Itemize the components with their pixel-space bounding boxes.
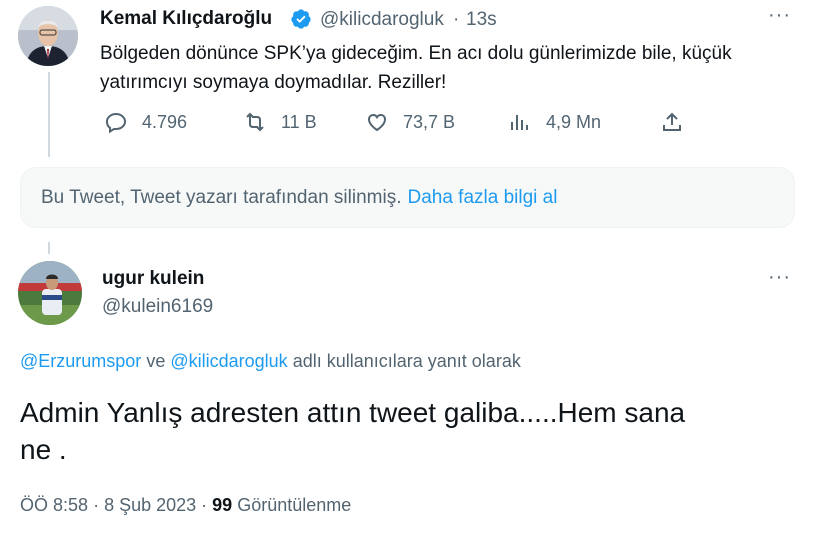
replying-to-user-1[interactable]: @Erzurumspor — [20, 351, 141, 371]
more-options-icon[interactable]: ··· — [768, 266, 791, 289]
views-count: 4,9 Mn — [546, 111, 602, 132]
reply-author-name[interactable]: ugur kulein — [102, 268, 204, 290]
replying-to-and: ve — [146, 351, 166, 371]
verified-badge-icon — [290, 8, 312, 30]
learn-more-link[interactable]: Daha fazla bilgi al — [407, 187, 557, 209]
reply-views-count: 99 — [212, 495, 233, 515]
like-count: 73,7 B — [403, 111, 456, 132]
views-button[interactable]: 4,9 Mn — [508, 110, 601, 134]
reply-author-avatar[interactable] — [18, 261, 82, 325]
original-handle[interactable]: @kilicdarogluk — [320, 9, 444, 31]
reply-date[interactable]: 8 Şub 2023 — [104, 495, 196, 515]
share-button[interactable] — [660, 110, 684, 134]
retweet-button[interactable]: 11 B — [243, 110, 317, 134]
reply-handle[interactable]: @kulein6169 — [102, 296, 213, 318]
reply-time[interactable]: ÖÖ 8:58 — [20, 495, 88, 515]
reply-tweet-line-1: Admin Yanlış adresten attın tweet galiba… — [20, 397, 686, 428]
original-author-name[interactable]: Kemal Kılıçdaroğlu — [100, 8, 272, 30]
reply-views-label: Görüntülenme — [237, 495, 352, 515]
more-options-icon[interactable]: ··· — [768, 4, 791, 27]
meta-separator: · — [93, 495, 105, 515]
reply-meta: ÖÖ 8:58 · 8 Şub 2023 · 99 Görüntülenme — [20, 495, 351, 516]
original-time[interactable]: 13s — [466, 9, 497, 31]
thread-line-top — [48, 72, 50, 157]
replying-to-suffix: adlı kullanıcılara yanıt olarak — [292, 351, 521, 371]
views-icon — [511, 115, 528, 130]
reply-icon — [105, 112, 127, 134]
avatar-photo — [18, 261, 82, 325]
meta-separator: · — [201, 495, 213, 515]
share-icon — [663, 112, 681, 131]
reply-tweet-text: Admin Yanlış adresten attın tweet galiba… — [20, 394, 685, 468]
retweet-icon — [246, 112, 264, 132]
original-author-avatar[interactable] — [18, 6, 78, 66]
thread-line-middle — [48, 242, 50, 254]
original-tweet-text: Bölgeden dönünce SPK’ya gideceğim. En ac… — [100, 39, 732, 97]
replying-to-user-2[interactable]: @kilicdarogluk — [170, 351, 287, 371]
like-button[interactable]: 73,7 B — [365, 110, 455, 134]
retweet-count: 11 B — [281, 111, 317, 132]
handle-time-separator: · — [453, 9, 460, 30]
original-tweet-line-1: Bölgeden dönünce SPK’ya gideceğim. En ac… — [100, 43, 732, 64]
reply-button[interactable]: 4.796 — [104, 110, 187, 134]
avatar-photo — [18, 6, 78, 66]
reply-count: 4.796 — [142, 111, 188, 132]
replying-to: @Erzurumspor ve @kilicdarogluk adlı kull… — [20, 351, 521, 372]
original-tweet-line-2: yatırımcıyı soymaya doymadılar. Reziller… — [100, 72, 447, 93]
deleted-tweet-notice: Bu Tweet, Tweet yazarı tarafından silinm… — [20, 167, 795, 228]
deleted-tweet-text: Bu Tweet, Tweet yazarı tarafından silinm… — [41, 186, 402, 208]
reply-tweet-line-2: ne . — [20, 434, 67, 465]
heart-icon — [367, 113, 387, 132]
